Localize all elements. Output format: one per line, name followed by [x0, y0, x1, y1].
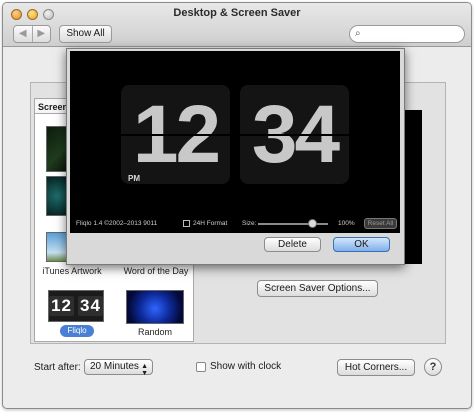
search-field[interactable]: ⌕	[349, 25, 465, 43]
fliqlo-credit: Fliqlo 1.4 ©2002–2013 9011	[76, 220, 158, 227]
title-bar: Desktop & Screen Saver ◀ ▶ Show All ⌕	[3, 3, 471, 47]
forward-button[interactable]: ▶	[31, 26, 51, 42]
search-icon: ⌕	[355, 28, 361, 39]
back-forward-control: ◀ ▶	[13, 25, 51, 43]
size-value: 100%	[338, 220, 355, 227]
reset-all-button[interactable]: Reset All	[364, 218, 397, 229]
random-thumb[interactable]	[126, 290, 184, 324]
hot-corners-button[interactable]: Hot Corners...	[337, 359, 415, 376]
size-slider-knob[interactable]	[308, 219, 317, 228]
delete-button[interactable]: Delete	[264, 237, 321, 252]
fliqlo-thumb[interactable]: 12 34	[48, 290, 104, 322]
start-after-label: Start after:	[34, 362, 81, 373]
24h-format-label: 24H Format	[193, 220, 228, 227]
random-label: Random	[137, 327, 173, 337]
fliqlo-thumb-minutes: 34	[78, 296, 103, 316]
size-label: Size:	[242, 220, 257, 227]
back-button[interactable]: ◀	[14, 26, 32, 42]
start-after-select[interactable]: 20 Minutes ▲ ▼	[84, 359, 153, 377]
popup-arrows-icon: ▲ ▼	[141, 363, 148, 377]
ok-button[interactable]: OK	[333, 237, 390, 252]
fliqlo-label-selected: Fliqlo	[60, 325, 94, 337]
show-with-clock-label: Show with clock	[210, 361, 282, 372]
screen-saver-options-button[interactable]: Screen Saver Options...	[257, 280, 378, 297]
clock-ampm: PM	[128, 174, 140, 183]
word-of-the-day-label: Word of the Day	[123, 266, 189, 276]
tab-screen-savers[interactable]: Screen	[34, 98, 70, 114]
24h-format-checkbox[interactable]	[183, 220, 190, 227]
size-slider[interactable]	[258, 223, 328, 225]
fliqlo-preview	[70, 51, 400, 233]
show-all-button[interactable]: Show All	[59, 25, 112, 43]
clock-hours: 12	[121, 85, 230, 184]
window-title: Desktop & Screen Saver	[173, 7, 301, 19]
clock-minutes: 34	[240, 85, 349, 184]
start-after-value: 20 Minutes	[90, 361, 139, 372]
show-with-clock-checkbox[interactable]	[196, 362, 206, 372]
itunes-artwork-label: iTunes Artwork	[42, 266, 102, 276]
fliqlo-thumb-hours: 12	[49, 296, 74, 316]
help-button[interactable]: ?	[424, 358, 442, 376]
